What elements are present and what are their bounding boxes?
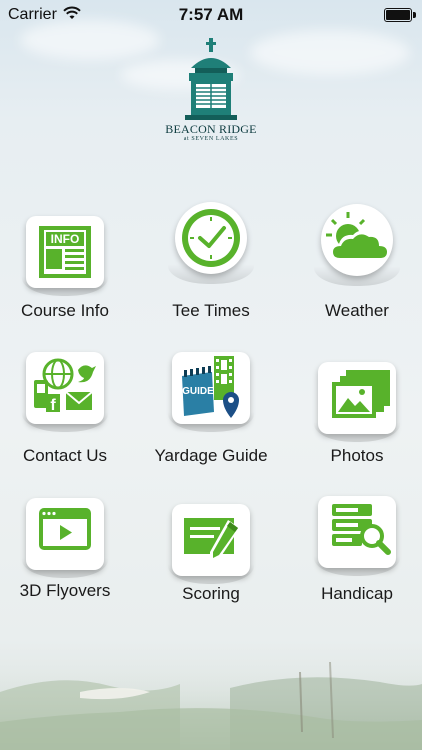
clock-icon [182,209,240,267]
clock-time: 7:57 AM [178,5,244,24]
svg-text:GUIDE: GUIDE [182,386,214,397]
server-search-icon [332,504,391,555]
guide-map-icon: GUIDE [182,356,239,418]
svg-text:f: f [50,397,56,414]
battery-icon [384,8,416,22]
3d-flyovers-label: 3D Flyovers [19,581,111,600]
logo-title: BEACON RIDGE [165,122,257,136]
contact-social-icon: f [34,358,96,414]
weather-tile [314,202,400,288]
3d-flyovers-tile [22,494,108,580]
scorecard-pencil-icon [184,518,240,562]
scoring-tile [168,500,254,586]
photos-label: Photos [330,446,384,465]
course-info-label: Course Info [21,301,109,320]
yardage-guide-tile: GUIDE [168,348,254,434]
course-info-tile: INFO [22,212,108,298]
cupola-logo-icon [185,38,237,120]
tee-times-label: Tee Times [172,301,250,320]
scoring-label: Scoring [182,584,240,603]
sun-cloud-icon [326,212,390,260]
photos-tile [314,358,400,444]
contact-us-tile: f [22,348,108,434]
tee-times-tile [168,200,254,286]
video-player-icon [39,508,91,550]
background-cloud [250,30,410,75]
svg-text:INFO: INFO [51,232,80,246]
logo-subtitle: at SEVEN LAKES [183,136,239,142]
club-logo: BEACON RIDGE at SEVEN LAKES [161,38,261,148]
handicap-tile [314,492,400,578]
photos-icon [332,370,390,418]
status-bar: Carrier 7:57 AM [0,0,422,30]
contact-us-label: Contact Us [22,446,108,465]
weather-label: Weather [325,301,389,320]
info-newspaper-icon: INFO [39,226,91,278]
yardage-guide-label: Yardage Guide [154,446,268,465]
handicap-label: Handicap [321,584,393,603]
golf-course-background [0,662,422,750]
